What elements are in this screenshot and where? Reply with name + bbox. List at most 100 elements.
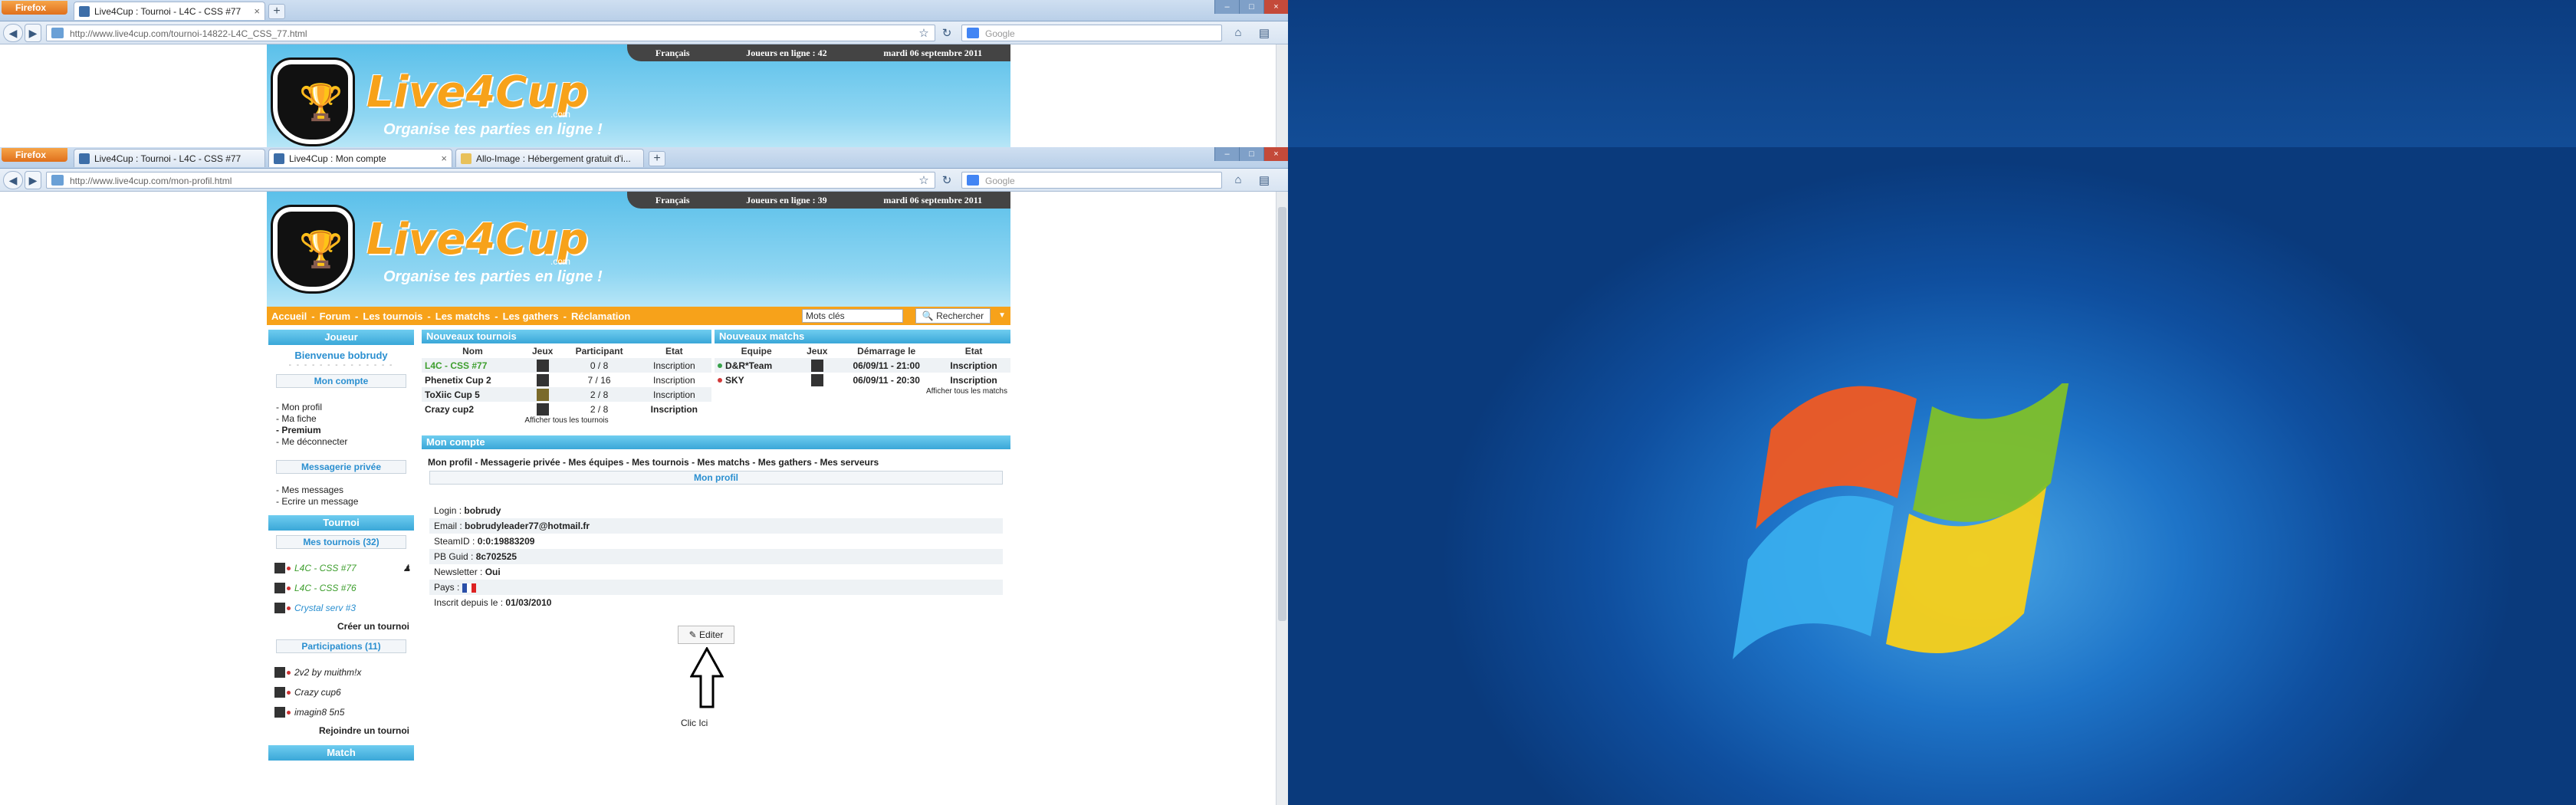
star-icon[interactable]: ☆ xyxy=(917,26,931,40)
link-ecrire-message[interactable]: - Ecrire un message xyxy=(268,496,414,508)
favicon-icon xyxy=(79,153,90,164)
browser1-scrollbar[interactable] xyxy=(1276,44,1288,147)
search-bar[interactable]: Google xyxy=(961,172,1222,189)
tab-tournoi[interactable]: Live4Cup : Tournoi - L4C - CSS #77 xyxy=(74,149,265,167)
list-item[interactable]: 2v2 by muithm!x xyxy=(268,662,414,682)
main-content: Nouveaux tournois Nom Jeux Participant E… xyxy=(422,330,1010,728)
new-tab-button[interactable]: + xyxy=(268,4,285,19)
language-label[interactable]: Français xyxy=(656,48,690,59)
all-tournaments-link[interactable]: Afficher tous les tournois xyxy=(422,416,711,425)
search-bar[interactable]: Google xyxy=(961,25,1222,41)
all-matches-link[interactable]: Afficher tous les matchs xyxy=(715,387,1010,396)
tab-allo-image[interactable]: Allo-Image : Hébergement gratuit d'i... xyxy=(455,149,644,167)
table-row[interactable]: L4C - CSS #77 0 / 8 Inscription xyxy=(422,358,711,373)
link-ma-fiche[interactable]: - Ma fiche xyxy=(268,413,414,425)
messagerie-box[interactable]: Messagerie privée xyxy=(276,460,406,474)
menu-gathers[interactable]: Les gathers xyxy=(503,310,559,322)
site-search-input[interactable]: Mots clés xyxy=(802,309,903,323)
browser2-scrollbar[interactable] xyxy=(1276,192,1288,805)
url-bar[interactable]: http://www.live4cup.com/tournoi-14822-L4… xyxy=(46,25,935,41)
tournament-name[interactable]: Phenetix Cup 2 xyxy=(422,373,524,387)
account-title: Mon compte xyxy=(422,435,1010,449)
date-label: mardi 06 septembre 2011 xyxy=(883,194,983,205)
account-nav[interactable]: Mon profil - Messagerie privée - Mes équ… xyxy=(422,449,1010,468)
back-icon[interactable]: ◀ xyxy=(3,171,23,189)
table-row[interactable]: SKY 06/09/11 - 20:30 Inscription xyxy=(715,373,1010,387)
tournament-link[interactable]: 2v2 by muithm!x xyxy=(294,667,361,678)
tournament-link[interactable]: L4C - CSS #77 xyxy=(294,563,356,573)
minimize-icon[interactable]: – xyxy=(1214,0,1239,14)
table-row[interactable]: D&R*Team 06/09/11 - 21:00 Inscription xyxy=(715,358,1010,373)
browser1-tab[interactable]: Live4Cup : Tournoi - L4C - CSS #77 × xyxy=(74,2,265,20)
reload-icon[interactable]: ↻ xyxy=(940,173,954,187)
menu-accueil[interactable]: Accueil xyxy=(271,310,307,322)
star-icon[interactable]: ☆ xyxy=(917,173,931,187)
participations-box[interactable]: Participations (11) xyxy=(276,639,406,653)
reload-icon[interactable]: ↻ xyxy=(940,26,954,40)
list-item[interactable]: L4C - CSS #77 ♟ xyxy=(268,558,414,578)
home-icon[interactable]: ⌂ xyxy=(1231,173,1245,187)
home-icon[interactable]: ⌂ xyxy=(1231,26,1245,40)
close-window-icon[interactable]: × xyxy=(1263,147,1288,161)
back-icon[interactable]: ◀ xyxy=(3,24,23,42)
team-name[interactable]: D&R*Team xyxy=(725,360,772,371)
firefox-menu-button[interactable]: Firefox xyxy=(2,148,67,162)
join-tournament-link[interactable]: Rejoindre un tournoi xyxy=(268,722,414,739)
close-icon[interactable]: × xyxy=(441,153,447,164)
tournament-name[interactable]: L4C - CSS #77 xyxy=(422,358,524,373)
list-item[interactable]: imagin8 5n5 xyxy=(268,702,414,722)
scrollbar-thumb[interactable] xyxy=(1278,207,1286,621)
state: Inscription xyxy=(650,403,698,415)
tab-mon-compte[interactable]: Live4Cup : Mon compte × xyxy=(268,149,452,167)
arrow-up-icon xyxy=(690,647,724,708)
tournament-name[interactable]: Crazy cup2 xyxy=(422,402,524,416)
list-item[interactable]: Crazy cup6 xyxy=(268,682,414,702)
minimize-icon[interactable]: – xyxy=(1214,147,1239,161)
close-window-icon[interactable]: × xyxy=(1263,0,1288,14)
url-text: http://www.live4cup.com/mon-profil.html xyxy=(70,176,232,186)
maximize-icon[interactable]: □ xyxy=(1239,147,1263,161)
close-icon[interactable]: × xyxy=(254,5,260,17)
table-row[interactable]: ToXiic Cup 5 2 / 8 Inscription xyxy=(422,387,711,402)
tournament-link[interactable]: Crystal serv #3 xyxy=(294,603,356,613)
mes-tournois-box[interactable]: Mes tournois (32) xyxy=(276,535,406,549)
tournament-link[interactable]: L4C - CSS #76 xyxy=(294,583,356,593)
link-mon-profil[interactable]: - Mon profil xyxy=(268,402,414,413)
status-dot xyxy=(287,586,291,590)
menu-forum[interactable]: Forum xyxy=(320,310,350,322)
tournament-link[interactable]: Crazy cup6 xyxy=(294,687,341,698)
menu-matchs[interactable]: Les matchs xyxy=(435,310,491,322)
tournament-link[interactable]: imagin8 5n5 xyxy=(294,707,344,718)
language-label[interactable]: Français xyxy=(656,195,690,206)
menu-tournois[interactable]: Les tournois xyxy=(363,310,422,322)
link-premium[interactable]: - Premium xyxy=(268,425,414,436)
tournament-name[interactable]: ToXiic Cup 5 xyxy=(422,387,524,402)
new-tab-button[interactable]: + xyxy=(649,151,665,166)
table-row[interactable]: Crazy cup2 2 / 8 Inscription xyxy=(422,402,711,416)
menu-reclamation[interactable]: Réclamation xyxy=(571,310,630,322)
team-name[interactable]: SKY xyxy=(725,375,744,386)
game-icon xyxy=(274,603,285,613)
create-tournament-link[interactable]: Créer un tournoi xyxy=(268,618,414,635)
trophy-logo-icon[interactable]: 🏆 xyxy=(273,60,353,144)
mon-compte-box[interactable]: Mon compte xyxy=(276,374,406,388)
menu-separator: - xyxy=(427,310,431,322)
trophy-logo-icon[interactable]: 🏆 xyxy=(273,207,353,291)
link-deconnecter[interactable]: - Me déconnecter xyxy=(268,436,414,448)
tools-icon[interactable]: ▤ xyxy=(1257,173,1271,187)
url-bar[interactable]: http://www.live4cup.com/mon-profil.html xyxy=(46,172,935,189)
tools-icon[interactable]: ▤ xyxy=(1257,26,1271,40)
list-item[interactable]: Crystal serv #3 xyxy=(268,598,414,618)
site-identity-icon xyxy=(51,175,64,186)
list-item[interactable]: L4C - CSS #76 xyxy=(268,578,414,598)
search-placeholder: Google xyxy=(985,28,1015,39)
forward-icon[interactable]: ▶ xyxy=(25,171,41,189)
edit-button[interactable]: ✎ Editer xyxy=(678,626,734,644)
maximize-icon[interactable]: □ xyxy=(1239,0,1263,14)
search-button[interactable]: 🔍 Rechercher xyxy=(915,308,991,324)
firefox-menu-button[interactable]: Firefox xyxy=(2,1,67,15)
chevron-down-icon[interactable]: ▼ xyxy=(998,311,1006,320)
forward-icon[interactable]: ▶ xyxy=(25,24,41,42)
table-row[interactable]: Phenetix Cup 2 7 / 16 Inscription xyxy=(422,373,711,387)
link-mes-messages[interactable]: - Mes messages xyxy=(268,485,414,496)
